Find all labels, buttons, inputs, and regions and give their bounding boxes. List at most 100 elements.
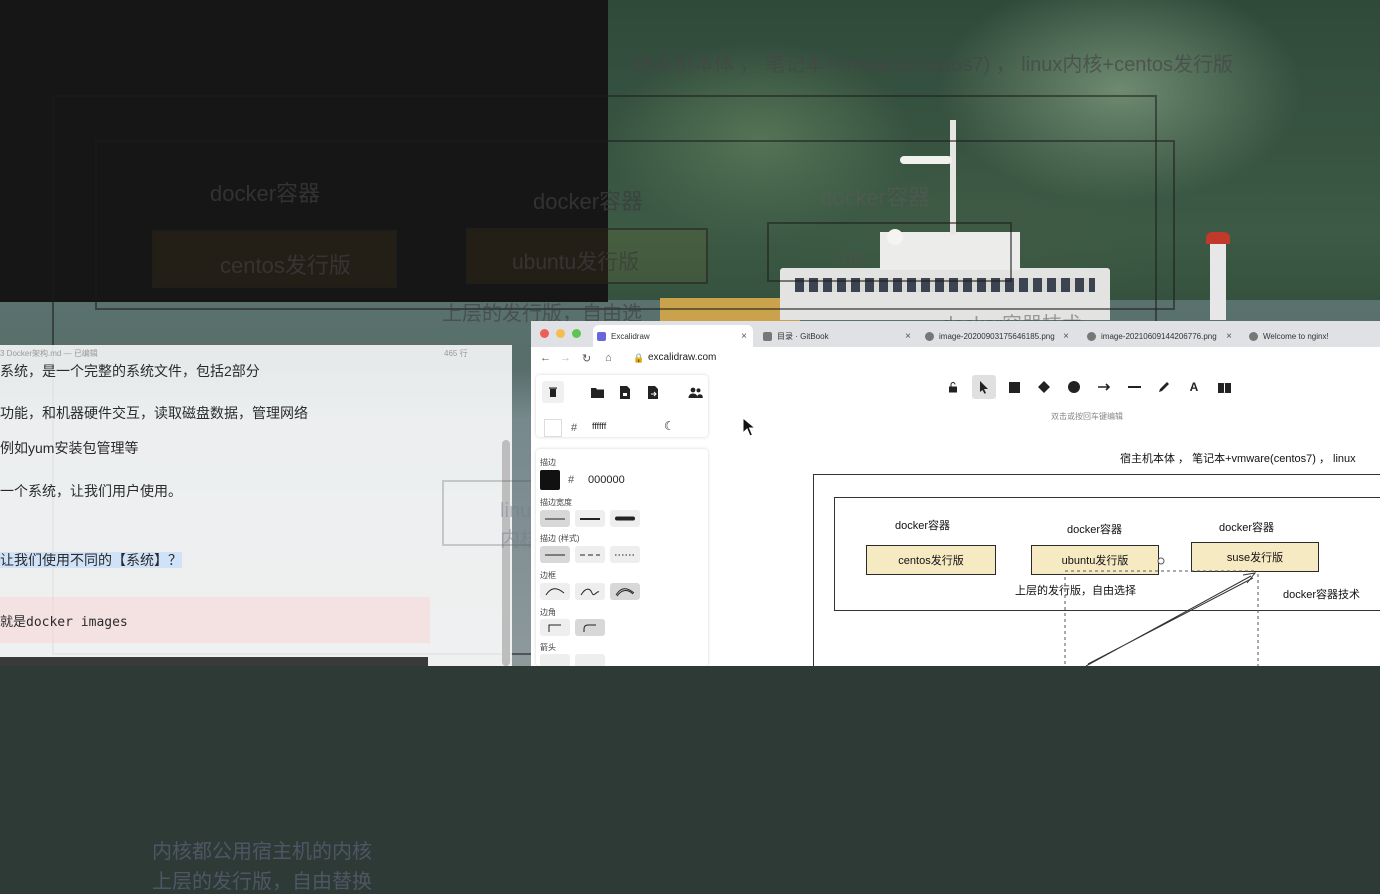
tab-excalidraw[interactable]: Excalidraw × — [593, 325, 753, 347]
markdown-editor[interactable]: 3 Docker架构.md — 已编辑 465 行 系统，是一个完整的系统文件，… — [0, 345, 688, 893]
ghost-ubuntu-label: ubuntu发行版 — [512, 251, 640, 274]
editor-status: 已编辑 — [73, 349, 98, 358]
background-color-input[interactable]: ffffff — [584, 416, 662, 436]
sloppiness-cartoonist[interactable] — [610, 583, 640, 600]
tab-image-2[interactable]: image-20210609144206776.png × — [1083, 325, 1238, 347]
stroke-style-dashed[interactable] — [575, 546, 605, 563]
dotted-line-icon — [615, 554, 635, 555]
upper-release-label[interactable]: 上层的发行版，自由选择 — [1015, 582, 1136, 598]
reload-icon[interactable]: ↻ — [582, 352, 591, 365]
hash-label: # — [571, 422, 578, 434]
tab-nginx[interactable]: Welcome to nginx! — [1245, 325, 1380, 347]
ghost-kernel-label: 内核都公用宿主机的内核 — [152, 841, 372, 863]
docker-container-label[interactable]: docker容器 — [1067, 521, 1122, 537]
suse-box[interactable]: suse发行版 — [1191, 542, 1319, 572]
lock-icon[interactable] — [941, 375, 965, 399]
diamond-tool[interactable] — [1032, 375, 1056, 399]
editor-bottom-block — [0, 657, 428, 666]
library-button[interactable] — [1212, 375, 1236, 399]
editor-scrollbar[interactable] — [502, 440, 510, 666]
editor-text-line-selected[interactable]: 让我们使用不同的【系统】？ — [0, 550, 182, 570]
sloppiness-architect[interactable] — [540, 583, 570, 600]
selection-icon — [980, 380, 988, 394]
selected-text[interactable]: 让我们使用不同的【系统】？ — [0, 552, 182, 568]
arrow-tool[interactable] — [1092, 375, 1116, 399]
save-file-icon — [620, 385, 630, 399]
trash-icon — [549, 387, 557, 397]
stroke-width-thin[interactable] — [540, 510, 570, 527]
open-button[interactable] — [586, 381, 608, 403]
arrowhead-arrow[interactable] — [575, 654, 605, 666]
globe-icon — [1087, 331, 1096, 341]
close-window-button[interactable] — [540, 329, 549, 338]
home-icon[interactable]: ⌂ — [605, 352, 612, 364]
draw-tool[interactable] — [1152, 375, 1176, 399]
editor-code-line[interactable]: 就是docker images — [0, 611, 128, 630]
ghost-suse-label: sus — [830, 244, 865, 269]
tab-label: image-20210609144206776.png — [1101, 331, 1217, 341]
excalidraw-app[interactable]: # ffffff ☾ 描边 # 000000 描边宽度 描边 (样式) 边框 边… — [531, 369, 1380, 666]
stroke-style-dotted[interactable] — [610, 546, 640, 563]
text-tool[interactable]: A — [1182, 375, 1206, 399]
docker-container-label[interactable]: docker容器 — [895, 517, 950, 533]
hash-label: # — [568, 474, 575, 486]
maximize-window-button[interactable] — [572, 329, 581, 338]
back-icon[interactable]: ← — [540, 352, 551, 364]
sloppiness-artist[interactable] — [575, 583, 605, 600]
tab-label: Welcome to nginx! — [1263, 331, 1329, 341]
rectangle-icon — [1008, 381, 1020, 393]
moon-icon[interactable]: ☾ — [664, 419, 675, 433]
arrowheads-label: 箭头 — [540, 643, 556, 652]
thin-line-icon — [545, 518, 565, 519]
ubuntu-box[interactable]: ubuntu发行版 — [1031, 545, 1159, 575]
editor-text-line[interactable]: 一个系统，让我们用户使用。 — [0, 481, 182, 501]
main-menu-panel: # ffffff ☾ — [536, 375, 708, 437]
tab-label: Excalidraw — [611, 331, 650, 341]
edges-sharp[interactable] — [540, 619, 570, 636]
ellipse-icon — [1068, 381, 1080, 393]
editor-text-line[interactable]: 功能，和机器硬件交互，读取磁盘数据，管理网络 — [0, 403, 308, 423]
live-collaboration-button[interactable] — [684, 381, 706, 403]
stroke-width-extra-bold[interactable] — [610, 510, 640, 527]
edges-round[interactable] — [575, 619, 605, 636]
background-color-swatch[interactable] — [544, 419, 562, 437]
line-tool[interactable] — [1122, 375, 1146, 399]
editor-text-line[interactable]: 系统，是一个完整的系统文件，包括2部分 — [0, 361, 260, 381]
selection-tool[interactable] — [972, 375, 996, 399]
export-button[interactable] — [642, 381, 664, 403]
rectangle-tool[interactable] — [1002, 375, 1026, 399]
close-tab-icon[interactable]: × — [741, 331, 747, 342]
ghost-host-label: 宿主机本体 ， 笔记本+vmware(centos7) ， linux内核+ce… — [634, 54, 1234, 76]
ghost-docker-label: docker容器 — [533, 189, 644, 214]
url-input[interactable]: excalidraw.com — [648, 352, 716, 363]
docker-tech-label[interactable]: docker容器技术 — [1283, 586, 1360, 602]
editor-line-count: 465 行 — [444, 349, 468, 358]
forward-icon[interactable]: → — [560, 352, 571, 364]
bold-line-icon — [580, 517, 600, 520]
editor-text-line[interactable]: 例如yum安装包管理等 — [0, 438, 138, 458]
ellipse-tool[interactable] — [1062, 375, 1086, 399]
editor-filename-text: 3 Docker架构.md — [0, 349, 62, 358]
host-label[interactable]: 宿主机本体 ， 笔记本+vmware(centos7) ， linux — [1120, 450, 1356, 466]
save-button[interactable] — [614, 381, 636, 403]
stroke-color-swatch[interactable] — [540, 470, 560, 490]
docker-container-label[interactable]: docker容器 — [1219, 519, 1274, 535]
tab-label: image-20200903175646185.png — [939, 331, 1055, 341]
tab-image-1[interactable]: image-20200903175646185.png × — [921, 325, 1075, 347]
stroke-style-solid[interactable] — [540, 546, 570, 563]
arrowhead-none[interactable] — [540, 654, 570, 666]
close-tab-icon[interactable]: × — [1063, 331, 1069, 342]
minimize-window-button[interactable] — [556, 329, 565, 338]
tab-gitbook[interactable]: 目录 · GitBook × — [759, 325, 917, 347]
clear-canvas-button[interactable] — [542, 381, 564, 403]
stroke-width-label: 描边宽度 — [540, 498, 572, 507]
close-tab-icon[interactable]: × — [1226, 331, 1232, 342]
lighthouse — [1210, 240, 1226, 320]
lighthouse-lamp — [1206, 232, 1230, 244]
close-tab-icon[interactable]: × — [905, 331, 911, 342]
centos-box[interactable]: centos发行版 — [866, 545, 996, 575]
stroke-label: 描边 — [540, 458, 556, 467]
stroke-color-input[interactable]: 000000 — [582, 469, 658, 491]
stroke-width-bold[interactable] — [575, 510, 605, 527]
ghost-docker-label: docker容器 — [820, 185, 931, 210]
